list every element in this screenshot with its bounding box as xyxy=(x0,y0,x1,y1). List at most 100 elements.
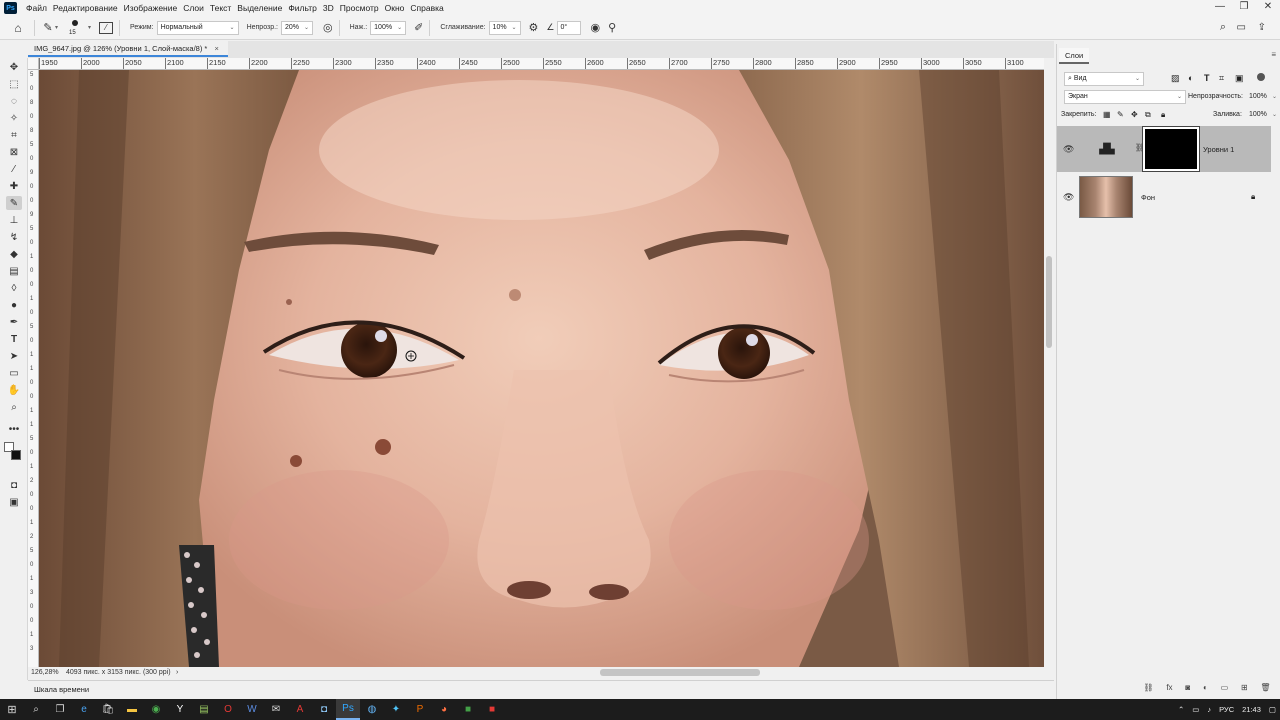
red-app-icon[interactable]: ■ xyxy=(480,699,504,720)
chrome-icon[interactable]: ◉ xyxy=(144,699,168,720)
word-icon[interactable]: W xyxy=(240,699,264,720)
eyedropper-tool-icon[interactable]: ⁄ xyxy=(6,162,22,176)
status-menu-arrow[interactable]: › xyxy=(172,667,178,679)
lasso-tool-icon[interactable]: ◌ xyxy=(6,94,22,108)
dodge-tool-icon[interactable]: ● xyxy=(6,298,22,312)
layer-name[interactable]: Фон xyxy=(1141,193,1155,202)
layer-filter-select[interactable]: ⌕ Вид ⌄ xyxy=(1064,72,1144,86)
menu-select[interactable]: Выделение xyxy=(234,3,285,13)
lock-all-icon[interactable]: 🔒︎ xyxy=(1161,110,1165,120)
close-window-button[interactable]: ✕ xyxy=(1256,0,1280,16)
layer-blend-mode-select[interactable]: Экран ⌄ xyxy=(1064,90,1186,104)
tray-chevron-up-icon[interactable]: ⌃ xyxy=(1178,705,1184,714)
zoom-tool-icon[interactable]: ⌕ xyxy=(6,400,22,414)
timeline-panel[interactable]: Шкала времени xyxy=(28,680,1054,699)
share-icon[interactable]: ⇪ xyxy=(1258,22,1266,33)
levels-adjustment-icon[interactable]: ▟▙ xyxy=(1079,126,1135,172)
marquee-tool-icon[interactable]: ⬚ xyxy=(6,77,22,91)
path-select-tool-icon[interactable]: ➤ xyxy=(6,349,22,363)
app-icon[interactable]: ◘ xyxy=(312,699,336,720)
visibility-eye-icon[interactable]: 👁︎ xyxy=(1063,192,1074,203)
filter-type-icon[interactable]: T xyxy=(1204,73,1210,83)
gear-icon[interactable]: ⚙ xyxy=(529,21,539,34)
trash-icon[interactable]: 🗑︎ xyxy=(1260,683,1270,695)
photoshop-icon[interactable]: Ps xyxy=(336,699,360,720)
network-icon[interactable]: ▭ xyxy=(1192,705,1199,714)
twitter-icon[interactable]: ✦ xyxy=(384,699,408,720)
blend-mode-select[interactable]: Нормальный ⌄ xyxy=(156,20,239,35)
minimize-button[interactable]: — xyxy=(1208,0,1232,16)
new-layer-icon[interactable]: ⊞ xyxy=(1241,683,1248,695)
layer-name[interactable]: Уровни 1 xyxy=(1203,145,1234,154)
lock-transparent-icon[interactable]: ▦ xyxy=(1103,110,1111,119)
visibility-eye-icon[interactable]: 👁︎ xyxy=(1063,144,1074,155)
opacity-input[interactable]: 20% ⌄ xyxy=(281,20,314,35)
add-mask-icon[interactable]: ◙ xyxy=(1185,683,1190,695)
menu-file[interactable]: Файл xyxy=(23,3,50,13)
frame-tool-icon[interactable]: ⊠ xyxy=(6,145,22,159)
smoothing-input[interactable]: 10% ⌄ xyxy=(488,20,521,35)
filter-shape-icon[interactable]: ⌗ xyxy=(1219,73,1224,84)
clock[interactable]: 21:43 xyxy=(1242,705,1261,714)
brush-preset-picker[interactable]: 15 xyxy=(64,17,86,39)
acrobat-icon[interactable]: A xyxy=(288,699,312,720)
language-indicator[interactable]: РУС xyxy=(1219,705,1234,714)
background-color-swatch[interactable] xyxy=(11,450,21,460)
taskview-icon[interactable]: ❐ xyxy=(48,699,72,720)
image-canvas[interactable] xyxy=(39,70,1044,667)
search-icon[interactable]: ⌕ xyxy=(24,699,48,720)
search-icon[interactable]: ⌕ xyxy=(1220,21,1226,34)
layer-opacity-input[interactable]: 100% ⌄ xyxy=(1246,90,1280,104)
link-layers-icon[interactable]: ⛓︎ xyxy=(1143,683,1153,695)
adjustment-layer-icon[interactable]: ◐ xyxy=(1203,683,1208,695)
document-tab[interactable]: IMG_9647.jpg @ 126% (Уровни 1, Слой-маск… xyxy=(28,41,228,57)
group-icon[interactable]: ▭ xyxy=(1221,683,1229,695)
edge-icon[interactable]: e xyxy=(72,699,96,720)
chevron-down-icon[interactable]: ▾ xyxy=(55,24,58,31)
airbrush-icon[interactable]: ✐ xyxy=(414,21,423,34)
menu-3d[interactable]: 3D xyxy=(320,3,337,13)
pressure-opacity-icon[interactable]: ◎ xyxy=(323,21,333,34)
menu-filter[interactable]: Фильтр xyxy=(285,3,320,13)
crop-tool-icon[interactable]: ⌗ xyxy=(6,128,22,142)
mail-icon[interactable]: ✉ xyxy=(264,699,288,720)
workspace-icon[interactable]: ▭ xyxy=(1237,22,1246,33)
brush-settings-icon[interactable]: ⁄ xyxy=(99,21,114,34)
layer-row-levels[interactable]: 👁︎ ▟▙ ⛓︎ Уровни 1 xyxy=(1057,126,1271,172)
notepad-icon[interactable]: ▤ xyxy=(192,699,216,720)
stamp-tool-icon[interactable]: ⊥ xyxy=(6,213,22,227)
menu-window[interactable]: Окно xyxy=(382,3,408,13)
menu-image[interactable]: Изображение xyxy=(121,3,181,13)
filter-smart-icon[interactable]: ▣ xyxy=(1235,73,1244,84)
rectangle-tool-icon[interactable]: ▭ xyxy=(6,366,22,380)
flow-input[interactable]: 100% ⌄ xyxy=(370,20,407,35)
volume-icon[interactable]: ♪ xyxy=(1207,705,1211,714)
blur-tool-icon[interactable]: ◊ xyxy=(6,281,22,295)
quick-select-tool-icon[interactable]: ✧ xyxy=(6,111,22,125)
eraser-tool-icon[interactable]: ◆ xyxy=(6,247,22,261)
filter-adjustment-icon[interactable]: ◐ xyxy=(1188,73,1193,83)
lock-position-icon[interactable]: ✥ xyxy=(1131,110,1138,119)
pen-tool-icon[interactable]: ✒ xyxy=(6,315,22,329)
healing-tool-icon[interactable]: ✚ xyxy=(6,179,22,193)
menu-type[interactable]: Текст xyxy=(207,3,234,13)
gradient-tool-icon[interactable]: ▤ xyxy=(6,264,22,278)
explorer-icon[interactable]: ▬ xyxy=(120,699,144,720)
globe-icon[interactable]: ◍ xyxy=(360,699,384,720)
quick-mask-icon[interactable]: ◘ xyxy=(6,478,22,492)
brush-tool-icon[interactable]: ✎ xyxy=(6,196,22,210)
horizontal-ruler[interactable]: 1950 2000 2050 2100 2150 2200 2250 2300 2350 2400… xyxy=(39,58,1044,70)
zoom-level[interactable]: 126,28% xyxy=(28,667,62,679)
chevron-down-icon[interactable]: ▾ xyxy=(88,24,91,31)
vertical-scrollbar[interactable] xyxy=(1044,58,1054,667)
close-tab-icon[interactable]: × xyxy=(214,44,218,53)
horizontal-scrollbar-thumb[interactable] xyxy=(600,669,760,676)
tab-layers[interactable]: Слои xyxy=(1059,48,1090,64)
firefox-icon[interactable]: ◕ xyxy=(432,699,456,720)
type-tool-icon[interactable]: T xyxy=(6,332,22,346)
menu-view[interactable]: Просмотр xyxy=(337,3,382,13)
menu-help[interactable]: Справка xyxy=(407,3,446,13)
vertical-ruler[interactable]: 5080850900950100105011001150120012501300… xyxy=(28,70,39,667)
menu-edit[interactable]: Редактирование xyxy=(50,3,121,13)
lock-artboard-icon[interactable]: ⧉ xyxy=(1145,110,1151,120)
